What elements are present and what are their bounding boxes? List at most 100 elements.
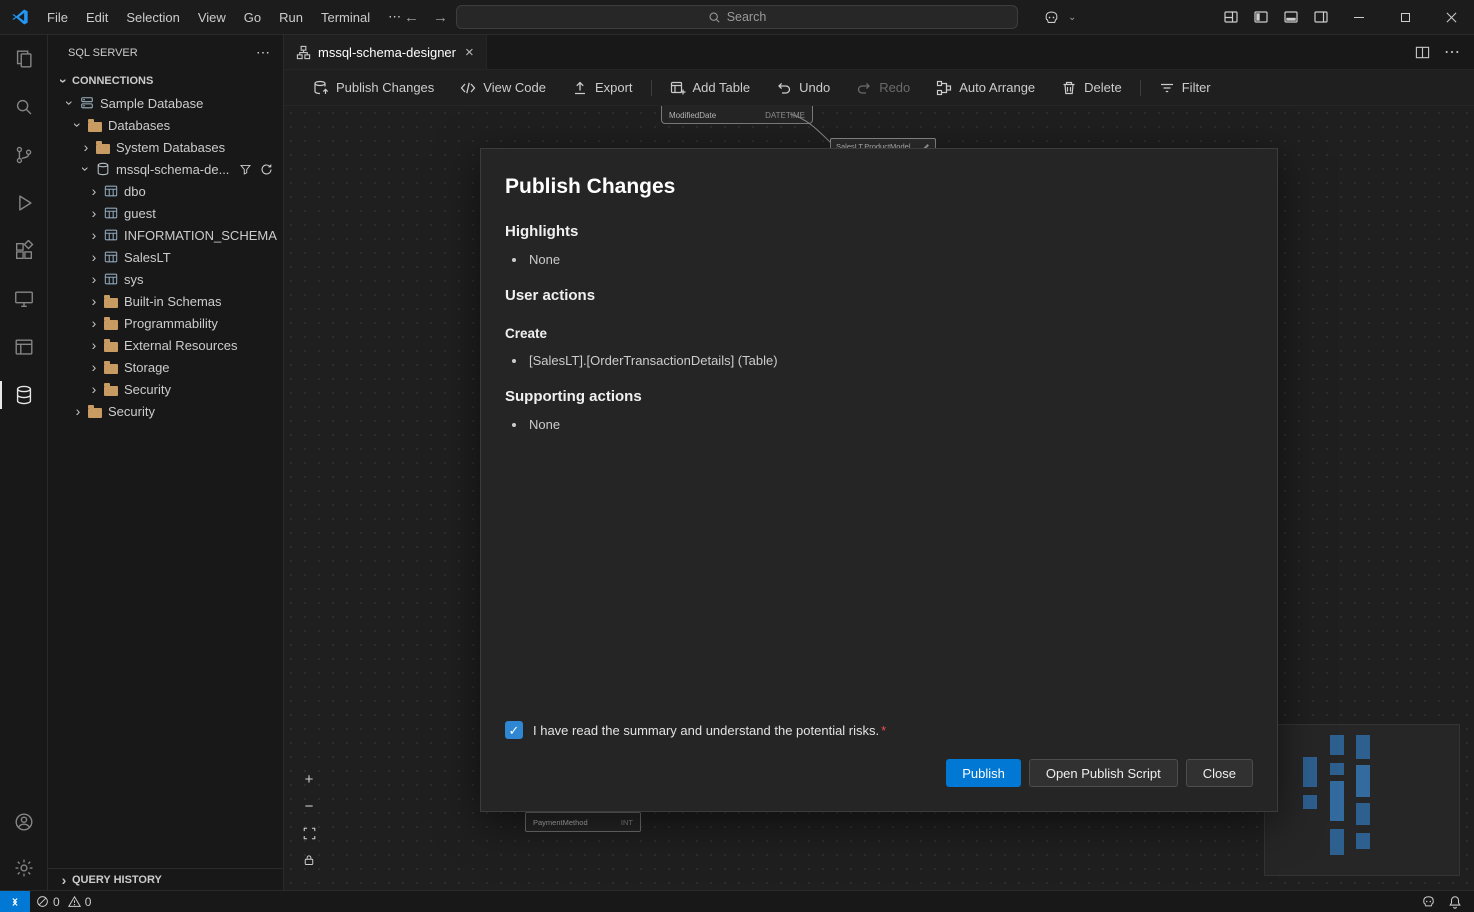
folder-icon (87, 403, 103, 419)
split-editor-icon[interactable] (1415, 45, 1430, 60)
activity-sql-projects-button[interactable] (0, 323, 48, 371)
notifications-bell-icon[interactable] (1448, 895, 1462, 909)
tree-item-storage[interactable]: › Storage (48, 356, 283, 378)
activity-explorer-button[interactable] (0, 35, 48, 83)
highlights-item: None (527, 252, 1253, 267)
undo-button[interactable]: Undo (763, 75, 843, 101)
schema-icon (103, 249, 119, 265)
minimize-button[interactable] (1336, 0, 1382, 35)
button-label: Add Table (693, 80, 751, 95)
folder-icon (103, 337, 119, 353)
tree-item-built-in-schemas[interactable]: › Built-in Schemas (48, 290, 283, 312)
diagram-minimap[interactable] (1264, 724, 1460, 876)
add-table-button[interactable]: Add Table (657, 75, 764, 101)
filter-button[interactable]: Filter (1146, 75, 1224, 101)
minimap-node (1303, 757, 1317, 787)
copilot-status-icon[interactable] (1421, 894, 1436, 909)
column-type: INT (621, 818, 633, 827)
schema-icon (103, 227, 119, 243)
schema-designer-canvas[interactable]: ModifiedDate DATETIME SalesLT.ProductMod… (284, 106, 1474, 890)
publish-changes-button[interactable]: Publish Changes (300, 75, 447, 101)
tree-item-external-resources[interactable]: › External Resources (48, 334, 283, 356)
button-label: Redo (879, 80, 910, 95)
delete-button[interactable]: Delete (1048, 75, 1135, 101)
tree-item-dbo[interactable]: › dbo (48, 180, 283, 202)
button-label: Publish Changes (336, 80, 434, 95)
risk-acknowledge-checkbox[interactable]: ✓ (505, 721, 523, 739)
column-name: PaymentMethod (533, 818, 588, 827)
zoom-in-button[interactable]: + (298, 768, 320, 790)
menu-view[interactable]: View (189, 6, 235, 29)
diagram-table-fragment-bottom[interactable]: PaymentMethod INT (525, 812, 641, 832)
chevron-down-icon[interactable]: ⌄ (1068, 12, 1076, 23)
tree-item-saleslt[interactable]: › SalesLT (48, 246, 283, 268)
lock-button[interactable] (298, 849, 320, 871)
tree-item-security-server[interactable]: › Security (48, 400, 283, 422)
toggle-secondary-sidebar-icon[interactable] (1306, 4, 1336, 30)
folder-icon (103, 359, 119, 375)
publish-button[interactable]: Publish (946, 759, 1021, 787)
tree-item-databases[interactable]: › Databases (48, 114, 283, 136)
settings-gear-button[interactable] (0, 846, 48, 890)
close-window-button[interactable] (1428, 0, 1474, 35)
chevron-icon: › (71, 117, 85, 133)
redo-button[interactable]: Redo (843, 75, 923, 101)
editor-more-actions-icon[interactable]: ⋯ (1444, 42, 1460, 62)
filter-icon[interactable] (239, 163, 252, 176)
tab-close-icon[interactable]: × (463, 44, 476, 61)
sidebar-sql-server: SQL SERVER ⋯ › CONNECTIONS › Sample Data… (48, 35, 284, 890)
menu-edit[interactable]: Edit (77, 6, 117, 29)
command-center-search[interactable]: Search (456, 5, 1018, 29)
tree-item-information-schema[interactable]: › INFORMATION_SCHEMA (48, 224, 283, 246)
tree-item-sys[interactable]: › sys (48, 268, 283, 290)
tree-item-programmability[interactable]: › Programmability (48, 312, 283, 334)
menu-run[interactable]: Run (270, 6, 312, 29)
maximize-button[interactable] (1382, 0, 1428, 35)
activity-search-button[interactable] (0, 83, 48, 131)
activity-extensions-button[interactable] (0, 227, 48, 275)
remote-indicator-button[interactable] (0, 891, 30, 912)
problems-button[interactable]: 0 0 (30, 891, 97, 912)
open-publish-script-button[interactable]: Open Publish Script (1029, 759, 1178, 787)
menu-file[interactable]: File (38, 6, 77, 29)
tree-item-sample-database[interactable]: › Sample Database (48, 92, 283, 114)
view-code-button[interactable]: View Code (447, 75, 559, 101)
history-back-button[interactable]: ← (404, 9, 419, 26)
account-button[interactable] (0, 798, 48, 846)
toggle-panel-icon[interactable] (1276, 4, 1306, 30)
tree-item-system-databases[interactable]: › System Databases (48, 136, 283, 158)
connections-tree: › CONNECTIONS › Sample Database › Databa… (48, 70, 283, 868)
history-forward-button[interactable]: → (433, 9, 448, 26)
tab-mssql-schema-designer[interactable]: mssql-schema-designer × (284, 35, 487, 69)
menu-go[interactable]: Go (235, 6, 270, 29)
activity-source-control-button[interactable] (0, 131, 48, 179)
zoom-out-button[interactable]: − (298, 795, 320, 817)
chevron-icon: › (86, 294, 102, 308)
copilot-icon[interactable] (1036, 5, 1066, 31)
activity-sql-server-button[interactable] (0, 371, 48, 419)
vscode-logo-icon (10, 7, 30, 27)
refresh-icon[interactable] (260, 163, 273, 176)
tree-item-mssql-schema-database[interactable]: › mssql-schema-de... (48, 158, 283, 180)
sidebar-more-actions-button[interactable]: ⋯ (256, 44, 271, 61)
activity-remote-explorer-button[interactable] (0, 275, 48, 323)
tree-item-security-db[interactable]: › Security (48, 378, 283, 400)
customize-layout-icon[interactable] (1216, 4, 1246, 30)
export-button[interactable]: Export (559, 75, 646, 101)
tab-bar: mssql-schema-designer × ⋯ (284, 35, 1474, 70)
tree-item-guest[interactable]: › guest (48, 202, 283, 224)
dialog-title: Publish Changes (505, 175, 1253, 199)
fit-view-button[interactable] (298, 822, 320, 844)
query-history-header-label: QUERY HISTORY (72, 874, 162, 886)
tree-item-label: Storage (124, 360, 170, 375)
toggle-primary-sidebar-icon[interactable] (1246, 4, 1276, 30)
tree-section-query-history[interactable]: › QUERY HISTORY (48, 868, 283, 890)
chevron-icon: › (86, 360, 102, 374)
minimap-node (1356, 833, 1370, 849)
menu-terminal[interactable]: Terminal (312, 6, 379, 29)
tree-section-connections[interactable]: › CONNECTIONS (48, 70, 283, 92)
auto-arrange-button[interactable]: Auto Arrange (923, 75, 1048, 101)
activity-run-debug-button[interactable] (0, 179, 48, 227)
menu-selection[interactable]: Selection (117, 6, 188, 29)
close-dialog-button[interactable]: Close (1186, 759, 1253, 787)
